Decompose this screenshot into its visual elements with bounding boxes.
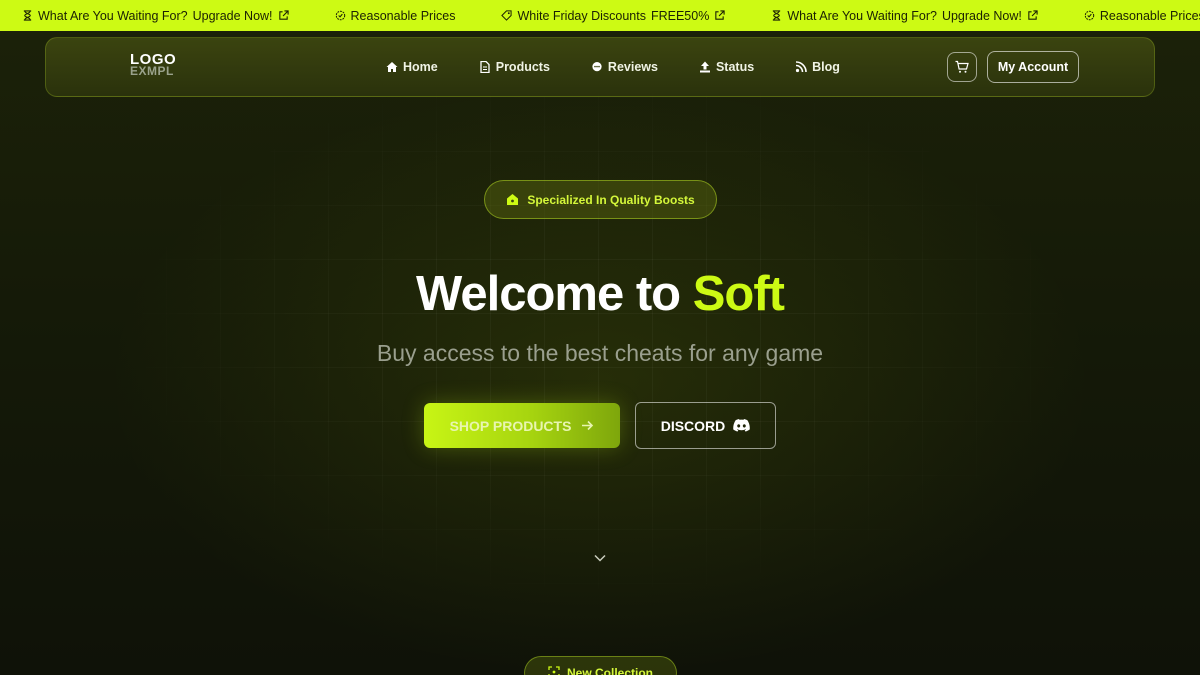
hero-badge: Specialized In Quality Boosts [484,180,717,219]
nav-link-status[interactable]: Status [699,60,754,74]
nav-link-label: Status [715,60,755,74]
announcement-ticker: What Are You Waiting For? Upgrade Now! R… [0,0,1200,31]
nav-links: Home Products Reviews Status Blog [386,38,840,96]
hero-headline: Welcome to Soft [0,266,1200,322]
ticker-strong: Upgrade Now! [941,8,1022,23]
scan-icon [548,666,560,675]
ticker-text: Reasonable Prices [1099,8,1200,23]
document-icon [480,61,490,73]
new-collection-badge: New Collection [524,656,677,675]
ticker-strong: Upgrade Now! [192,8,273,23]
nav-link-label: Reviews [607,60,658,74]
shop-products-button[interactable]: SHOP PRODUCTS [424,403,620,448]
ticker-item[interactable]: What Are You Waiting For? Upgrade Now! [22,9,289,23]
ticker-text: What Are You Waiting For? [787,8,937,23]
nav-link-blog[interactable]: Blog [795,60,840,74]
nav-link-reviews[interactable]: Reviews [591,60,658,74]
external-link-icon [715,10,725,20]
cart-button[interactable] [947,52,977,82]
hourglass-icon [773,10,781,21]
ticker-text: Reasonable Prices [350,8,456,23]
upload-icon [699,61,710,73]
chevron-down-icon[interactable] [592,551,608,565]
nav-link-products[interactable]: Products [479,60,550,74]
tag-icon [501,10,513,21]
discord-label: DISCORD [660,417,726,434]
ticker-item[interactable]: Reasonable Prices [1084,9,1200,23]
badge-check-icon [335,10,345,21]
headline-accent: Soft [692,267,785,321]
ticker-text: What Are You Waiting For? [38,8,188,23]
chat-icon [592,62,602,72]
hero-subline: Buy access to the best cheats for any ga… [376,340,824,366]
nav-link-home[interactable]: Home [386,60,438,74]
discord-icon [733,419,751,432]
arrow-right-icon [582,420,594,431]
shop-products-label: SHOP PRODUCTS [449,417,572,434]
hourglass-icon [23,10,32,21]
badge-check-icon [1084,10,1095,21]
discord-button[interactable]: DISCORD [635,402,776,449]
hero-badge-text: Specialized In Quality Boosts [527,192,695,207]
new-collection-label: New Collection [566,666,653,675]
nav-link-label: Blog [812,60,840,74]
cart-icon [955,60,969,73]
nav-link-label: Products [495,60,550,74]
logo-bottom-text: EXMPL [130,64,174,78]
home-icon [386,62,398,72]
ticker-item[interactable]: What Are You Waiting For? Upgrade Now! [771,9,1038,23]
ticker-item[interactable]: White Friday Discounts FREE50% [501,9,725,23]
ticker-item[interactable]: Reasonable Prices [335,8,456,23]
headline-main: Welcome to [416,267,681,321]
ticker-text: White Friday Discounts [517,8,646,23]
nav-link-label: Home [403,60,438,74]
external-link-icon [1028,10,1038,20]
my-account-button[interactable]: My Account [987,51,1079,83]
ticker-strong: FREE50% [650,8,710,23]
house-badge-icon [507,194,519,205]
rss-icon [796,61,807,73]
top-navbar: LOGO EXMPL Home Products Reviews Status … [45,37,1155,97]
external-link-icon [278,10,289,20]
site-logo[interactable]: LOGO EXMPL [130,52,190,80]
